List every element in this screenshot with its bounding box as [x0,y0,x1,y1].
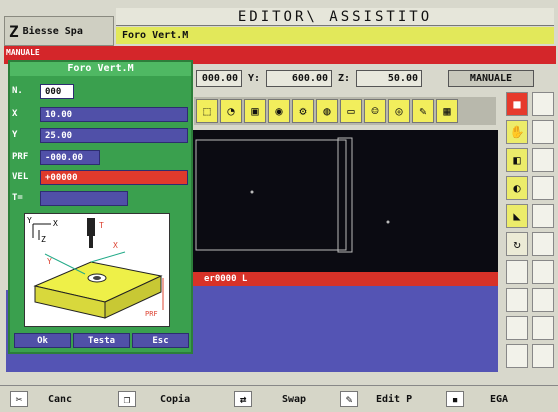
vertical-bore-dialog: Foro Vert.M N. 000 X 10.00 Y 25.00 PRF -… [8,60,193,354]
dim-x-label: X [113,241,118,250]
n-field[interactable]: 000 [40,84,74,99]
mill-icon[interactable]: ◉ [268,99,290,123]
company-logo: Z Biesse Spa [4,16,114,46]
z-coordinate-label: Z: [338,73,351,84]
esc-button[interactable]: Esc [132,333,189,348]
cycle-icon[interactable]: ↻ [506,232,528,256]
viewport-status: er0000 L [190,272,498,286]
side-slot[interactable] [532,92,554,116]
y-coordinate-label: Y: [248,73,261,84]
bore-diagram-svg: Y X Z T X Y PRF [27,216,164,319]
ok-button[interactable]: Ok [14,333,71,348]
axis-z-label: Z [41,235,46,244]
prf-label: PRF [12,152,29,162]
pen-icon[interactable]: ✎ [412,99,434,123]
ega-label: EGA [490,393,509,405]
scissors-icon: ✂ [10,391,28,407]
copy-icon: ❐ [118,391,136,407]
tool-label: T [99,221,104,230]
status-strip-label: MANUALE [6,48,40,57]
t-field[interactable] [40,191,128,206]
z-coordinate: 50.00 [356,70,422,87]
file-name: Foro Vert.M [116,27,554,44]
biesse-logo-icon: Z [9,21,19,41]
edge-icon[interactable]: ◣ [506,204,528,228]
plane-icon[interactable]: ▭ [340,99,362,123]
side-slot[interactable] [506,344,528,368]
side-slot[interactable] [506,260,528,284]
tool-change-icon[interactable]: ◧ [506,148,528,172]
function-bar: ✂ Canc ❐ Copia ⇄ Swap ✎ Edit P ▪ EGA [0,385,558,412]
y-field[interactable]: 25.00 [40,128,188,143]
side-slot[interactable] [506,288,528,312]
tool-icon[interactable]: ⬚ [196,99,218,123]
vel-field[interactable]: +00000 [40,170,188,185]
axis-y-label: Y [27,216,32,225]
side-slot[interactable] [532,120,554,144]
axis-x-label: X [53,219,58,228]
bore-diagram: Y X Z T X Y PRF [24,213,170,327]
n-label: N. [12,86,23,96]
text-button[interactable]: Testa [73,333,130,348]
side-slot[interactable] [532,176,554,200]
side-slot[interactable] [532,148,554,172]
swap-icon: ⇄ [234,391,252,407]
y-coordinate: 600.00 [266,70,332,87]
edit-label: Edit P [376,393,413,405]
side-slot[interactable] [532,288,554,312]
dialog-title: Foro Vert.M [10,62,191,76]
depth-label: PRF [145,310,158,318]
router-icon[interactable]: ◍ [316,99,338,123]
dim-y-label: Y [47,257,52,266]
program-area [190,286,498,372]
drill-icon[interactable]: ◔ [220,99,242,123]
bore-icon[interactable]: ◎ [388,99,410,123]
cancel-button[interactable]: ✂ Canc [10,390,72,408]
side-slot[interactable] [532,232,554,256]
cancel-label: Canc [48,393,73,405]
t-label: T= [12,193,23,203]
workpiece-viewport[interactable] [190,130,498,272]
stop-icon[interactable]: ■ [506,92,528,116]
side-slot[interactable] [506,316,528,340]
ega-button[interactable]: ▪ EGA [446,390,508,408]
mode-indicator[interactable]: MANUALE [448,70,534,87]
edit-program-button[interactable]: ✎ Edit P [340,390,412,408]
y-label: Y [12,130,18,140]
vel-label: VEL [12,172,29,182]
x-coordinate: 000.00 [196,70,242,87]
edit-icon: ✎ [340,391,358,407]
company-name: Biesse Spa [22,25,83,37]
side-slot[interactable] [532,344,554,368]
spindle-icon[interactable]: ◐ [506,176,528,200]
saw-icon[interactable]: ▣ [244,99,266,123]
face-icon[interactable]: ☺ [364,99,386,123]
hand-icon[interactable]: ✋ [506,120,528,144]
swap-button[interactable]: ⇄ Swap [234,390,306,408]
side-slot[interactable] [532,316,554,340]
window-title: EDITOR\ ASSISTITO [116,8,554,26]
grid-icon[interactable]: ▦ [436,99,458,123]
swap-label: Swap [282,393,307,405]
side-slot[interactable] [532,260,554,284]
x-field[interactable]: 10.00 [40,107,188,122]
copy-label: Copia [160,393,191,405]
workpiece-outline [195,137,390,253]
x-label: X [12,109,18,119]
gear-icon[interactable]: ⚙ [292,99,314,123]
prf-field[interactable]: -000.00 [40,150,100,165]
tool-toolbar: ⬚ ◔ ▣ ◉ ⚙ ◍ ▭ ☺ ◎ ✎ ▦ [194,97,496,125]
dialog-buttons: Ok Testa Esc [14,333,189,348]
display-icon: ▪ [446,391,464,407]
side-slot[interactable] [532,204,554,228]
copy-button[interactable]: ❐ Copia [118,390,190,408]
